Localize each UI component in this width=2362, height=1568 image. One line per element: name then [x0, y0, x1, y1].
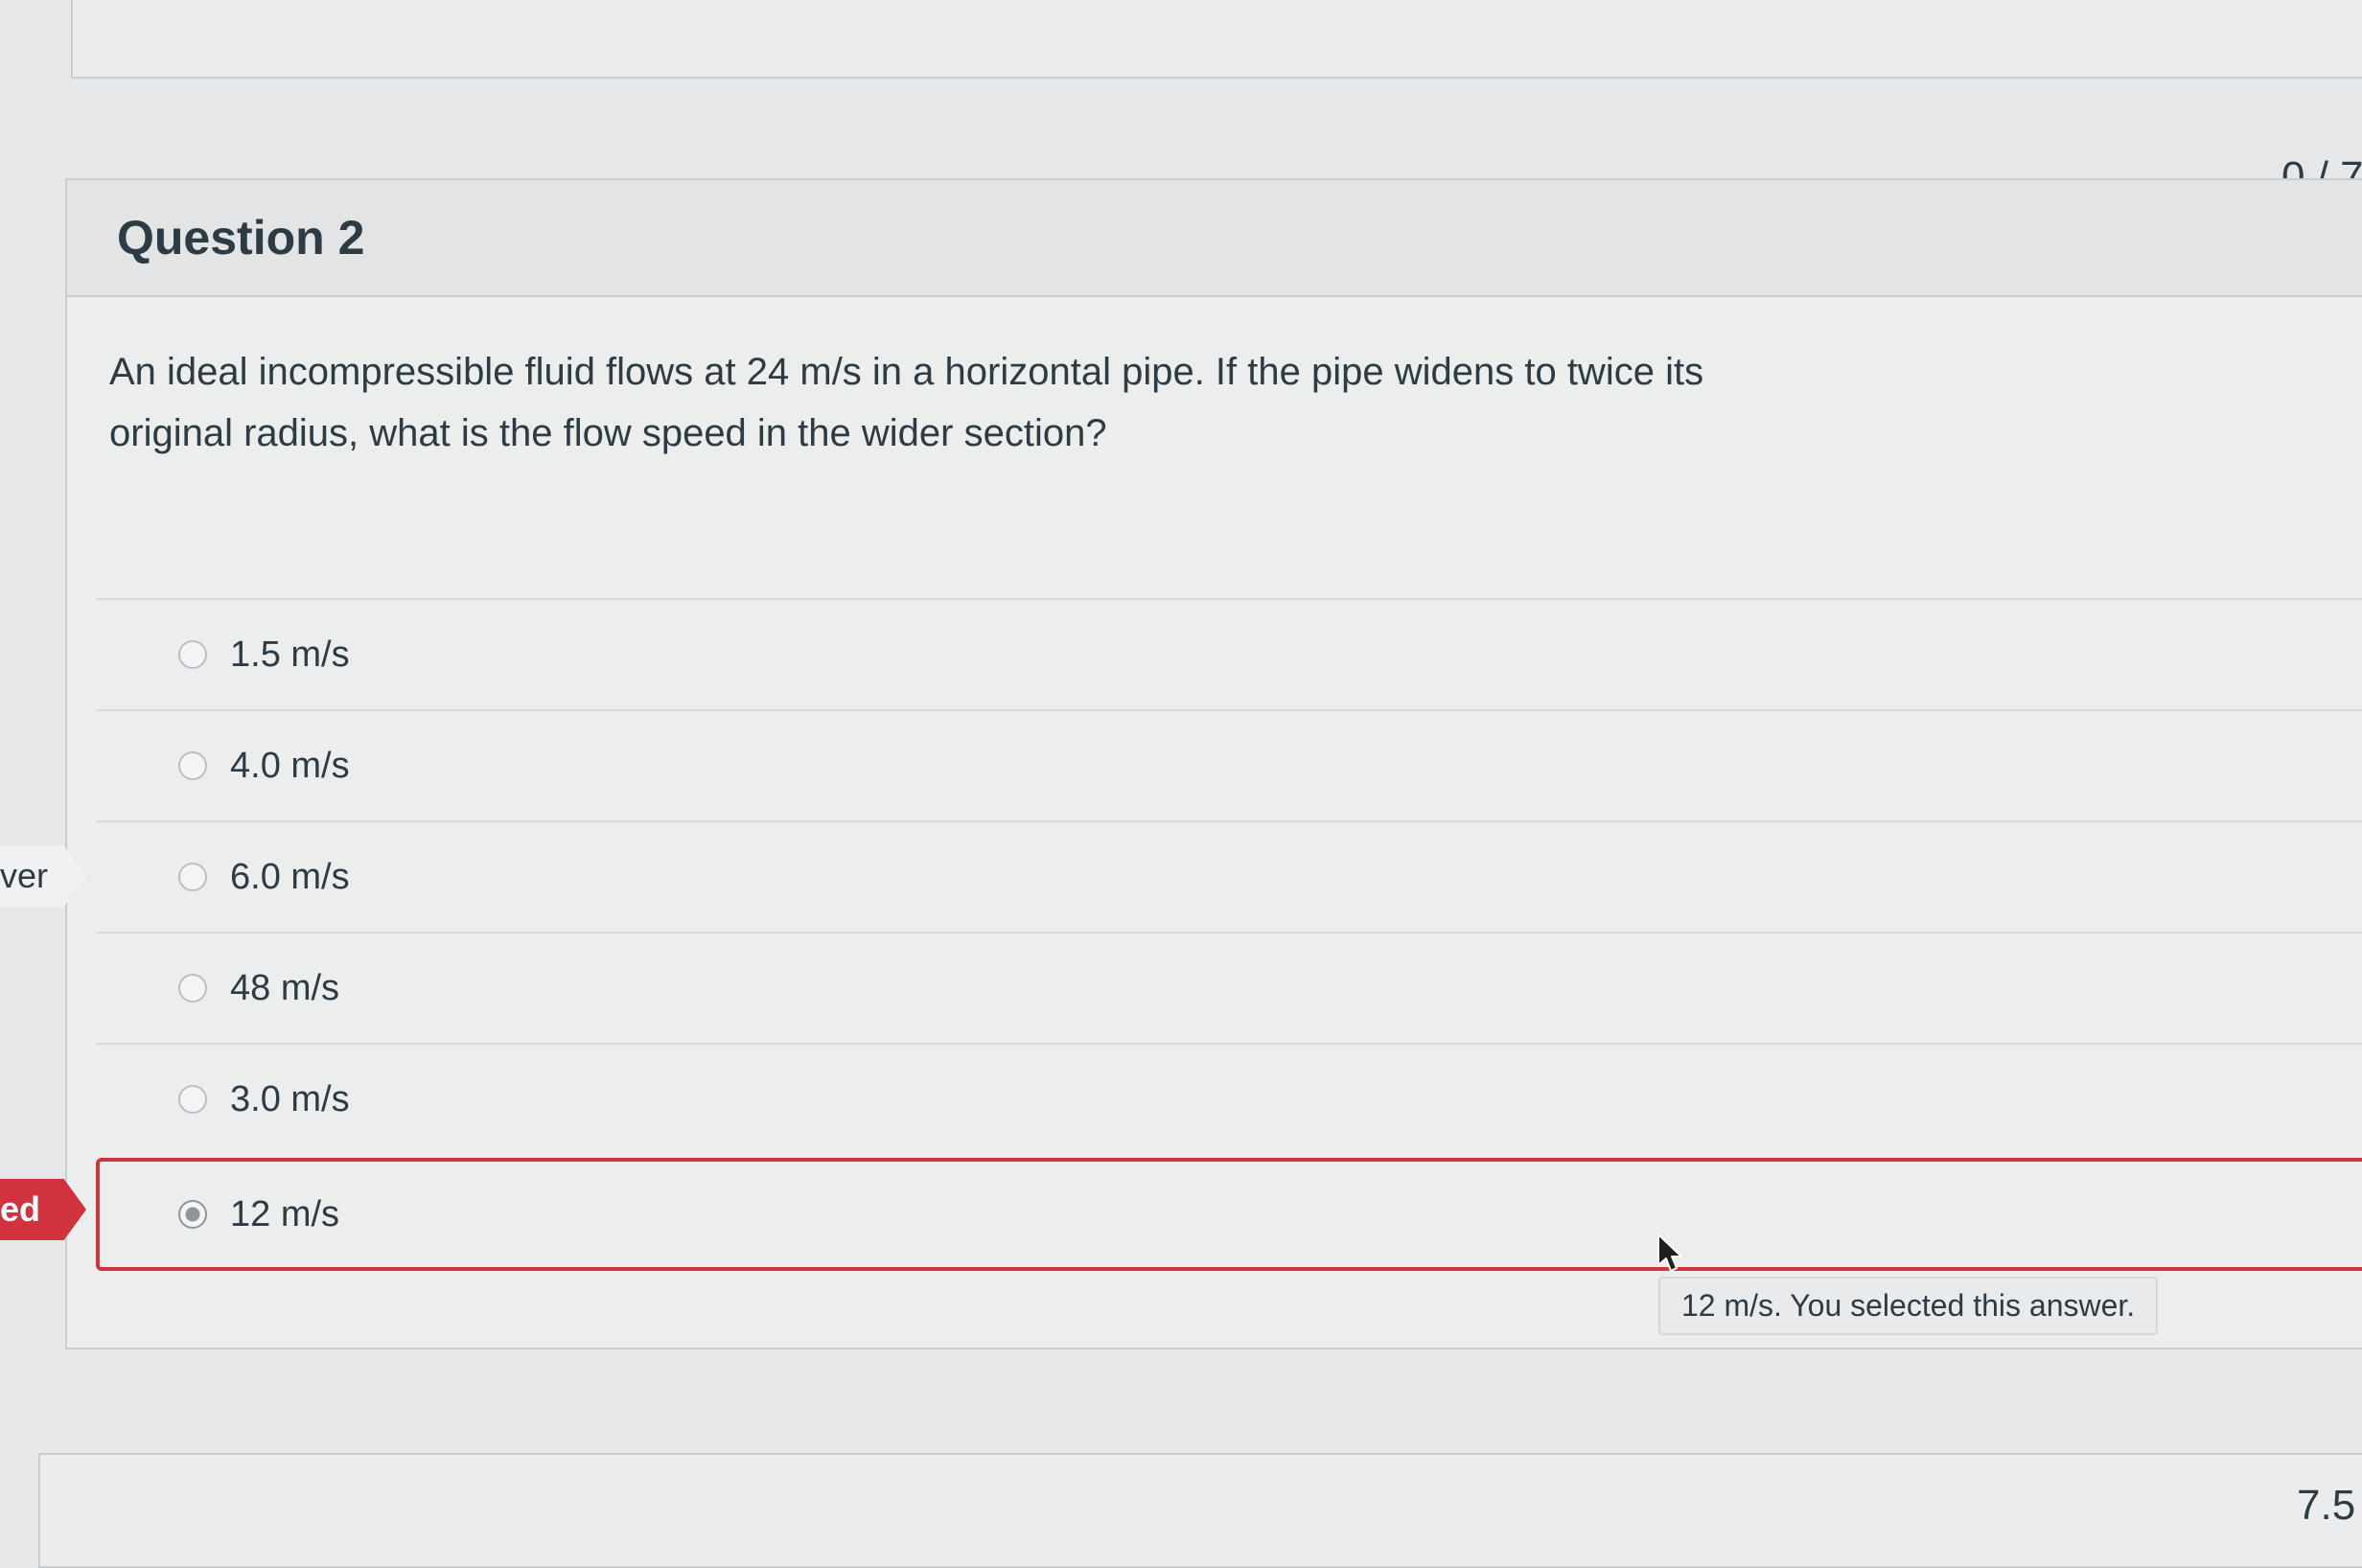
question-text: An ideal incompressible fluid flows at 2… — [109, 351, 1704, 454]
radio-button[interactable] — [178, 751, 207, 780]
question-title: Question 2 — [117, 211, 365, 265]
answer-option[interactable]: 4.0 m/s — [96, 709, 2362, 820]
radio-button[interactable] — [178, 974, 207, 1003]
question-header: Question 2 — [67, 180, 2362, 297]
next-question-score: 7.5 — [2297, 1482, 2356, 1529]
answer-label: 1.5 m/s — [230, 634, 350, 675]
answer-option[interactable]: 3.0 m/s — [96, 1043, 2362, 1154]
answer-label: 3.0 m/s — [230, 1078, 350, 1119]
answer-list: 1.5 m/s 4.0 m/s 6.0 m/s 48 m/s 3.0 m/s 1… — [96, 598, 2362, 1271]
answer-tooltip: 12 m/s. You selected this answer. — [1658, 1277, 2159, 1335]
mouse-pointer-icon — [1657, 1234, 1682, 1272]
radio-button[interactable] — [178, 863, 207, 891]
answer-label: 12 m/s — [230, 1193, 340, 1234]
answer-option-selected[interactable]: 12 m/s — [96, 1158, 2362, 1271]
question-card: Question 2 An ideal incompressible fluid… — [65, 178, 2362, 1349]
answer-option[interactable]: 1.5 m/s — [96, 598, 2362, 709]
radio-button-checked[interactable] — [178, 1200, 207, 1229]
answer-option[interactable]: 6.0 m/s — [96, 820, 2362, 932]
answer-option[interactable]: 48 m/s — [96, 932, 2362, 1043]
next-question-card — [38, 1453, 2362, 1568]
answer-label: 48 m/s — [230, 967, 340, 1008]
radio-button[interactable] — [178, 640, 207, 669]
answer-label: 6.0 m/s — [230, 856, 350, 897]
answer-label: 4.0 m/s — [230, 745, 350, 786]
radio-button[interactable] — [178, 1085, 207, 1114]
previous-question-card — [71, 0, 2362, 79]
